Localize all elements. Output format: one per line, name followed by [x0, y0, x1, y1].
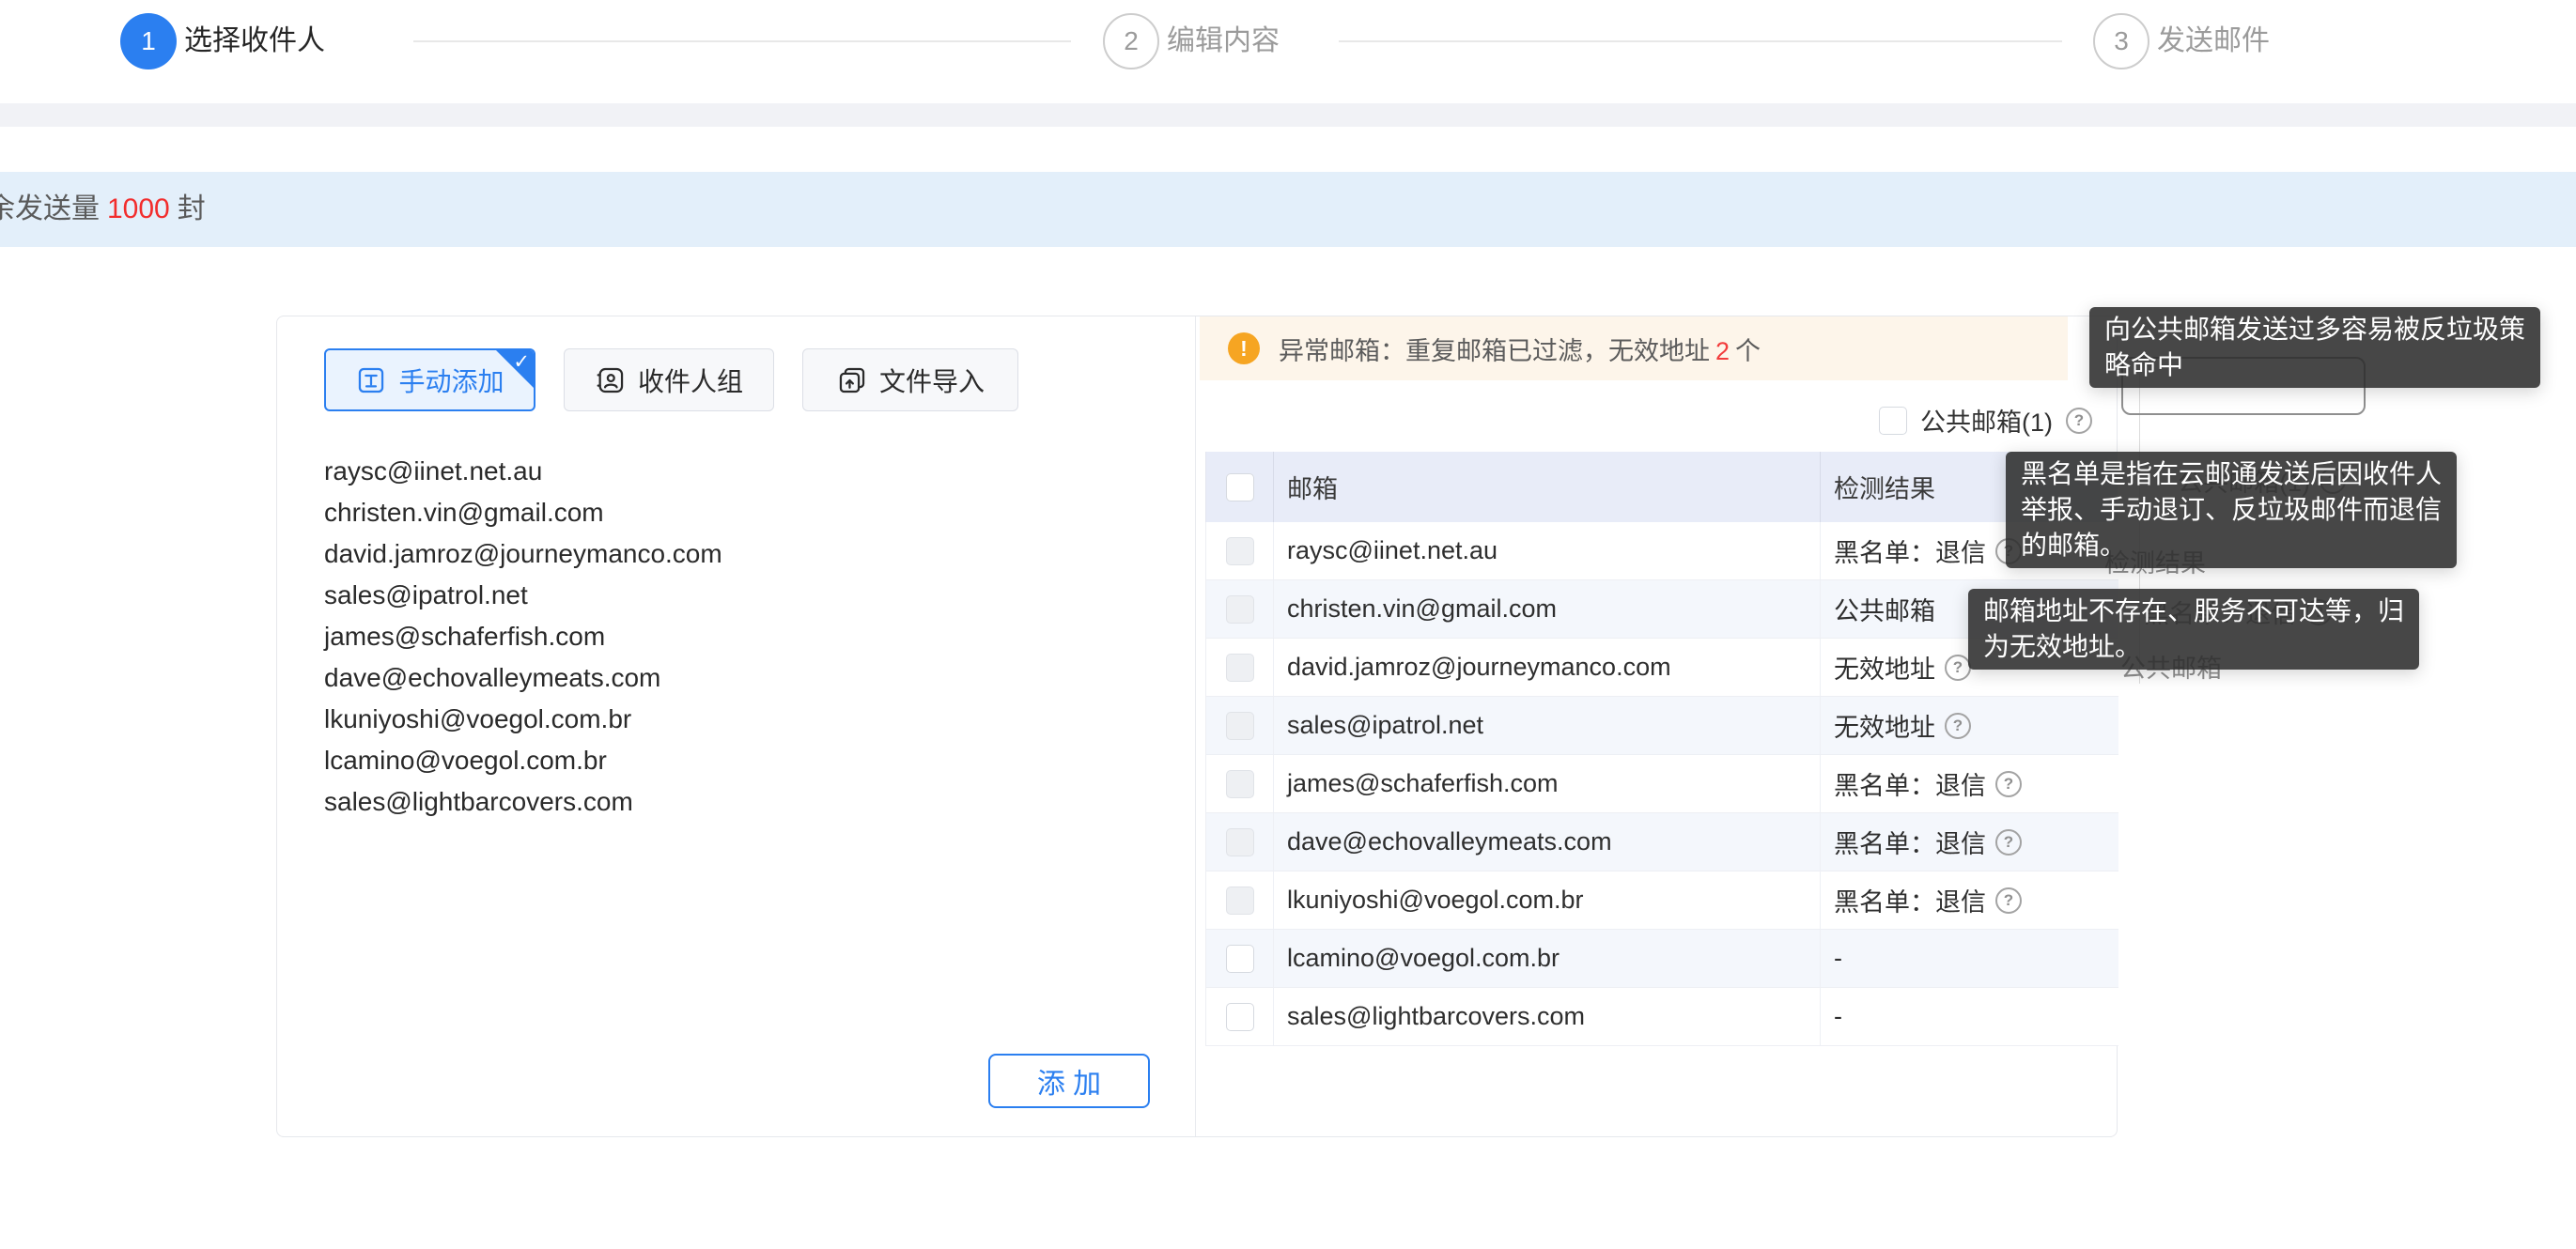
warning-icon: ! [1228, 332, 1260, 364]
active-check-icon: ✓ [513, 350, 530, 374]
row-result: 黑名单：退信? [1821, 871, 2118, 929]
tab-recipient-group-label: 收件人组 [638, 362, 743, 399]
row-result: 无效地址? [1821, 697, 2118, 754]
public-mailbox-help-icon[interactable]: ? [2066, 408, 2092, 434]
table-row: sales@lightbarcovers.com - [1206, 988, 2118, 1046]
table-row: sales@ipatrol.net 无效地址? [1206, 697, 2118, 755]
table-row: lkuniyoshi@voegol.com.br 黑名单：退信? [1206, 871, 2118, 930]
tab-file-import[interactable]: 文件导入 [802, 348, 1018, 411]
tab-manual-add-label: 手动添加 [398, 362, 504, 399]
help-icon[interactable]: ? [1945, 713, 1971, 739]
recipient-line: lcamino@voegol.com.br [324, 740, 1151, 781]
recipient-input[interactable]: raysc@iinet.net.au christen.vin@gmail.co… [324, 451, 1151, 823]
tooltip-blacklist: 黑名单是指在云邮通发送后因收件人 举报、手动退订、反垃圾邮件而退信 的邮箱。 [2006, 452, 2457, 568]
quota-unit: 封 [178, 193, 206, 224]
row-email: lcamino@voegol.com.br [1274, 930, 1821, 987]
quota-prefix: 余发送量 [0, 193, 100, 224]
step-1-circle: 1 [120, 13, 177, 69]
quota-banner: 余发送量1000封 [0, 172, 2576, 247]
table-header: 邮箱 检测结果 [1205, 452, 2118, 522]
page: 1 选择收件人 2 编辑内容 3 发送邮件 余发送量1000封 手动添加 ✓ [0, 0, 2576, 1249]
public-mailbox-checkbox[interactable] [1879, 407, 1907, 435]
row-email: james@schaferfish.com [1274, 755, 1821, 812]
row-checkbox[interactable] [1226, 537, 1254, 565]
warning-text: 异常邮箱：重复邮箱已过滤，无效地址2个 [1279, 331, 1761, 367]
recipient-line: lkuniyoshi@voegol.com.br [324, 699, 1151, 740]
tab-file-import-label: 文件导入 [879, 362, 985, 399]
step-1-label: 选择收件人 [184, 13, 325, 69]
invalid-count: 2 [1710, 337, 1735, 365]
tab-recipient-group[interactable]: 收件人组 [564, 348, 774, 411]
row-checkbox[interactable] [1226, 887, 1254, 915]
row-email: sales@ipatrol.net [1274, 697, 1821, 754]
row-checkbox[interactable] [1226, 828, 1254, 856]
public-mailbox-filter: 公共邮箱(1) ? [1879, 402, 2092, 439]
help-icon[interactable]: ? [1995, 771, 2022, 797]
stepper-bar: 1 选择收件人 2 编辑内容 3 发送邮件 [0, 0, 2576, 103]
step-3-label: 发送邮件 [2157, 13, 2270, 69]
help-icon[interactable]: ? [1995, 887, 2022, 914]
add-button[interactable]: 添 加 [988, 1054, 1150, 1108]
tab-manual-add[interactable]: 手动添加 ✓ [324, 348, 535, 411]
select-all-checkbox[interactable] [1226, 473, 1254, 501]
row-result: 黑名单：退信? [1821, 755, 2118, 812]
help-icon[interactable]: ? [1945, 655, 1971, 681]
step-connector-1 [413, 40, 1071, 42]
recipient-line: david.jamroz@journeymanco.com [324, 533, 1151, 575]
row-email: dave@echovalleymeats.com [1274, 813, 1821, 871]
row-email: raysc@iinet.net.au [1274, 522, 1821, 579]
quota-amount: 1000 [100, 193, 178, 224]
row-checkbox[interactable] [1226, 654, 1254, 682]
row-email: lkuniyoshi@voegol.com.br [1274, 871, 1821, 929]
tooltip-invalid-address: 邮箱地址不存在、服务不可达等，归 为无效地址。 [1968, 589, 2419, 670]
recipient-line: james@schaferfish.com [324, 616, 1151, 657]
step-3-circle: 3 [2093, 13, 2149, 69]
recipient-line: sales@lightbarcovers.com [324, 781, 1151, 823]
row-result: - [1821, 930, 2118, 987]
section-divider-strip [0, 103, 2576, 127]
recipient-line: raysc@iinet.net.au [324, 451, 1151, 492]
text-input-icon [355, 364, 387, 396]
file-import-icon [836, 364, 868, 396]
row-email: sales@lightbarcovers.com [1274, 988, 1821, 1045]
abnormal-warning-banner: ! 异常邮箱：重复邮箱已过滤，无效地址2个 [1200, 316, 2068, 380]
quota-text: 余发送量1000封 [0, 172, 2576, 247]
row-result: - [1821, 988, 2118, 1045]
help-icon[interactable]: ? [1995, 829, 2022, 856]
recipient-line: sales@ipatrol.net [324, 575, 1151, 616]
table-row: lcamino@voegol.com.br - [1206, 930, 2118, 988]
row-checkbox[interactable] [1226, 595, 1254, 624]
tooltip-public-mailbox: 向公共邮箱发送过多容易被反垃圾策 略命中 [2089, 307, 2540, 388]
row-checkbox[interactable] [1226, 1003, 1254, 1031]
public-mailbox-label: 公共邮箱(1) [1920, 402, 2053, 439]
header-checkbox-cell [1206, 452, 1274, 522]
row-email: david.jamroz@journeymanco.com [1274, 639, 1821, 696]
table-row: dave@echovalleymeats.com 黑名单：退信? [1206, 813, 2118, 871]
step-2-label: 编辑内容 [1167, 13, 1280, 69]
recipient-line: christen.vin@gmail.com [324, 492, 1151, 533]
row-checkbox[interactable] [1226, 712, 1254, 740]
row-email: christen.vin@gmail.com [1274, 580, 1821, 638]
header-email: 邮箱 [1274, 452, 1821, 522]
recipient-line: dave@echovalleymeats.com [324, 657, 1151, 699]
step-2-circle: 2 [1103, 13, 1159, 69]
step-connector-2 [1339, 40, 2062, 42]
table-row: raysc@iinet.net.au 黑名单：退信? [1206, 522, 2118, 580]
contact-group-icon [595, 364, 627, 396]
row-checkbox[interactable] [1226, 945, 1254, 973]
row-checkbox[interactable] [1226, 770, 1254, 798]
row-result: 黑名单：退信? [1821, 813, 2118, 871]
card-divider [1195, 316, 1196, 1136]
table-row: james@schaferfish.com 黑名单：退信? [1206, 755, 2118, 813]
